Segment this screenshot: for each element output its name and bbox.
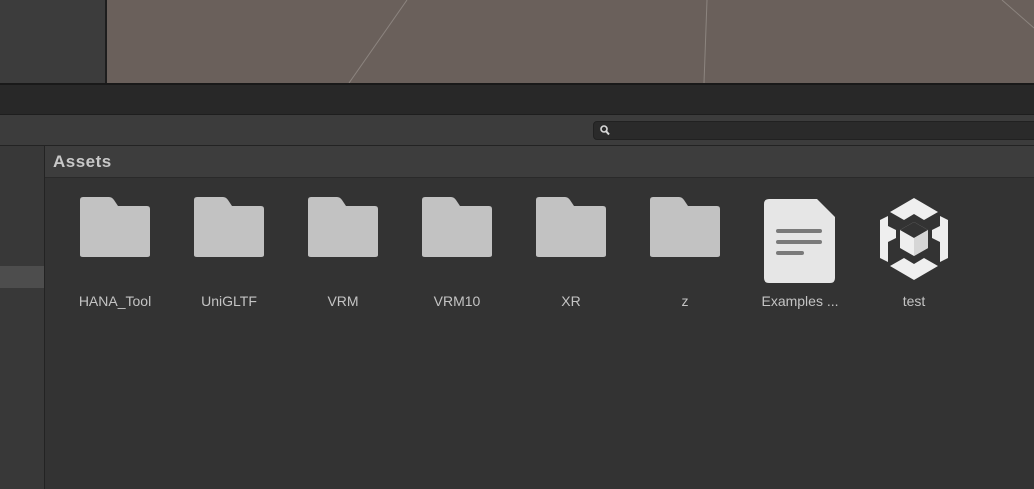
tree-item-selected[interactable] bbox=[0, 266, 44, 288]
assets-panel: Assets HANA_Tool UniGLTF VRM VRM10 XR z … bbox=[45, 146, 1034, 489]
asset-label: test bbox=[902, 293, 926, 309]
unity-scene-icon bbox=[880, 198, 948, 280]
asset-label: VRM bbox=[327, 293, 359, 309]
search-input[interactable] bbox=[614, 122, 1034, 139]
project-tab-bar bbox=[0, 85, 1034, 115]
asset-item-test[interactable]: test bbox=[866, 196, 962, 316]
scene-grid-lines bbox=[348, 0, 1034, 83]
folder-icon bbox=[80, 197, 150, 257]
asset-label: HANA_Tool bbox=[78, 293, 152, 309]
search-icon bbox=[600, 125, 610, 136]
folder-icon bbox=[422, 197, 492, 257]
project-toolbar bbox=[0, 115, 1034, 146]
asset-item-hana-tool[interactable]: HANA_Tool bbox=[67, 196, 163, 316]
asset-label: Examples ... bbox=[761, 293, 839, 309]
asset-item-z[interactable]: z bbox=[637, 196, 733, 316]
asset-item-unigltf[interactable]: UniGLTF bbox=[181, 196, 277, 316]
folder-icon bbox=[650, 197, 720, 257]
breadcrumb-assets[interactable]: Assets bbox=[53, 152, 112, 172]
asset-item-examples[interactable]: Examples ... bbox=[752, 196, 848, 316]
unity-editor: Assets HANA_Tool UniGLTF VRM VRM10 XR z … bbox=[0, 0, 1034, 489]
folder-icon bbox=[536, 197, 606, 257]
folder-tree-panel bbox=[0, 146, 44, 489]
asset-label: UniGLTF bbox=[201, 293, 257, 309]
folder-icon bbox=[194, 197, 264, 257]
asset-item-xr[interactable]: XR bbox=[523, 196, 619, 316]
asset-label: VRM10 bbox=[433, 293, 481, 309]
asset-label: XR bbox=[561, 293, 581, 309]
search-field[interactable] bbox=[593, 121, 1034, 140]
scene-view[interactable] bbox=[107, 0, 1034, 83]
text-file-icon bbox=[764, 199, 835, 283]
asset-item-vrm10[interactable]: VRM10 bbox=[409, 196, 505, 316]
asset-item-vrm[interactable]: VRM bbox=[295, 196, 391, 316]
hierarchy-panel-fragment bbox=[0, 0, 106, 84]
asset-label: z bbox=[681, 293, 689, 309]
folder-icon bbox=[308, 197, 378, 257]
breadcrumb: Assets bbox=[45, 146, 1034, 178]
